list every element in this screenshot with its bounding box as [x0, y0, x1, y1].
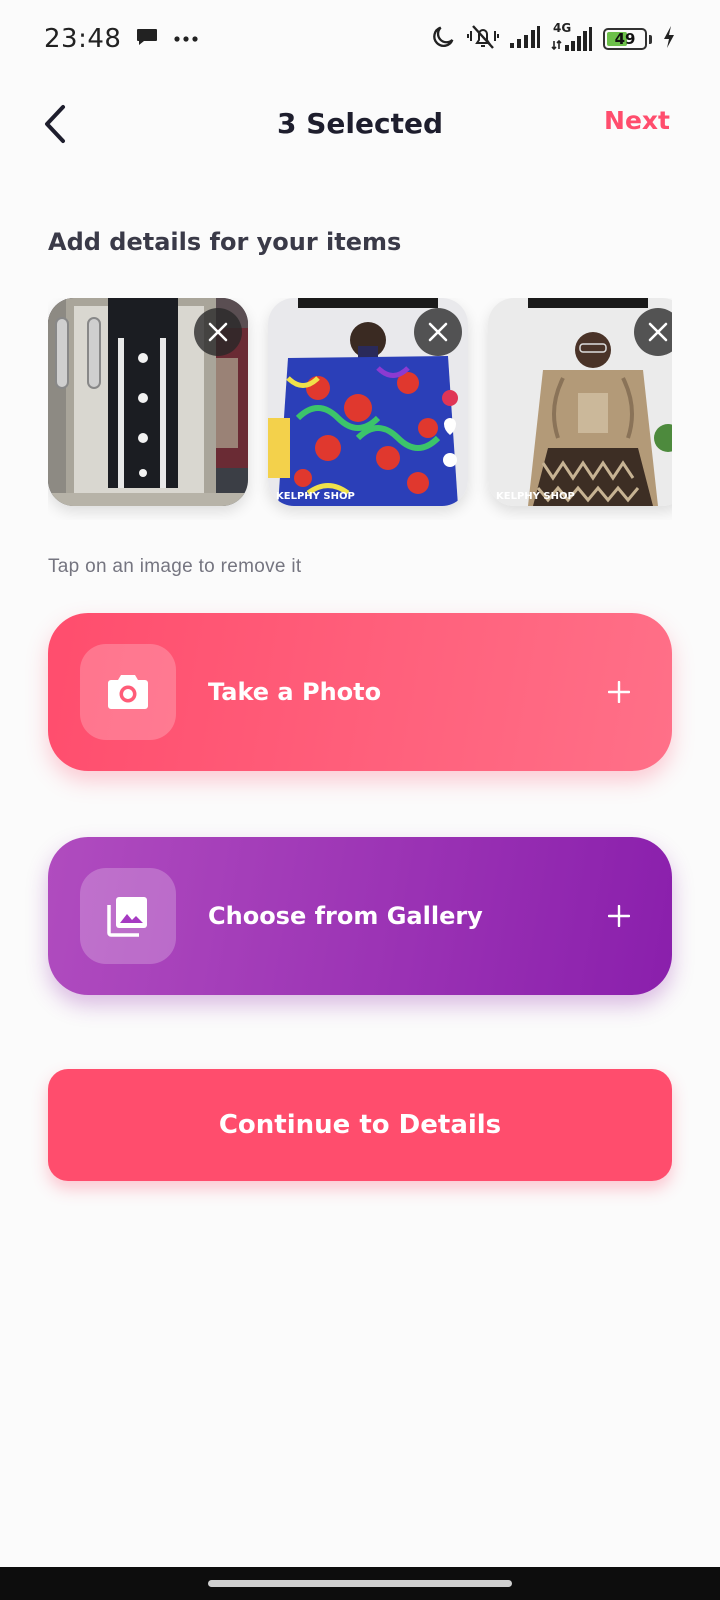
battery-cap [649, 34, 652, 44]
remove-thumbnail-button[interactable] [194, 308, 242, 356]
thumbnail-item[interactable] [48, 298, 248, 506]
gallery-icon-wrap [80, 868, 176, 964]
take-photo-icon-wrap [80, 644, 176, 740]
home-indicator[interactable] [208, 1580, 512, 1587]
close-icon [648, 322, 668, 342]
back-button[interactable] [34, 102, 78, 146]
vibrate-silent-icon [467, 23, 499, 56]
battery-level: 49 [614, 30, 636, 48]
status-left: 23:48 [44, 24, 199, 54]
status-bar: 23:48 4G 49 [0, 0, 720, 78]
moon-icon [429, 23, 457, 56]
remove-hint: Tap on an image to remove it [48, 556, 302, 577]
app-header: 3 Selected Next [0, 90, 720, 156]
next-button[interactable]: Next [604, 106, 670, 135]
status-right: 4G 49 [429, 21, 676, 56]
thumbnail-item[interactable]: KELPHY SHOP [268, 298, 468, 506]
choose-gallery-button[interactable]: Choose from Gallery [48, 837, 672, 995]
system-nav-bar [0, 1567, 720, 1600]
chat-bubble-icon [135, 25, 159, 54]
page-title: 3 Selected [277, 106, 443, 140]
chevron-left-icon [45, 105, 65, 143]
more-dots-icon [173, 30, 199, 48]
remove-thumbnail-button[interactable] [414, 308, 462, 356]
signal-4g-icon: 4G [551, 21, 593, 53]
camera-icon [108, 675, 148, 709]
plus-icon [602, 675, 636, 709]
battery-icon: 49 [603, 28, 647, 50]
close-icon [428, 322, 448, 342]
plus-icon [602, 899, 636, 933]
thumbnail-strip[interactable]: KELPHY SHOP KELPHY SHOP [48, 298, 672, 520]
thumbnail-item[interactable]: KELPHY SHOP [488, 298, 672, 506]
signal-icon [509, 25, 541, 54]
status-time: 23:48 [44, 24, 122, 54]
thumbnail-shop-label: KELPHY SHOP [276, 491, 355, 502]
section-title: Add details for your items [48, 228, 402, 256]
continue-button[interactable]: Continue to Details [48, 1069, 672, 1181]
take-photo-button[interactable]: Take a Photo [48, 613, 672, 771]
continue-label: Continue to Details [218, 1110, 502, 1140]
choose-gallery-label: Choose from Gallery [208, 902, 483, 930]
charging-icon [662, 25, 676, 54]
thumbnail-shop-label: KELPHY SHOP [496, 491, 575, 502]
photo-library-icon [107, 897, 147, 937]
take-photo-label: Take a Photo [208, 678, 382, 706]
close-icon [208, 322, 228, 342]
